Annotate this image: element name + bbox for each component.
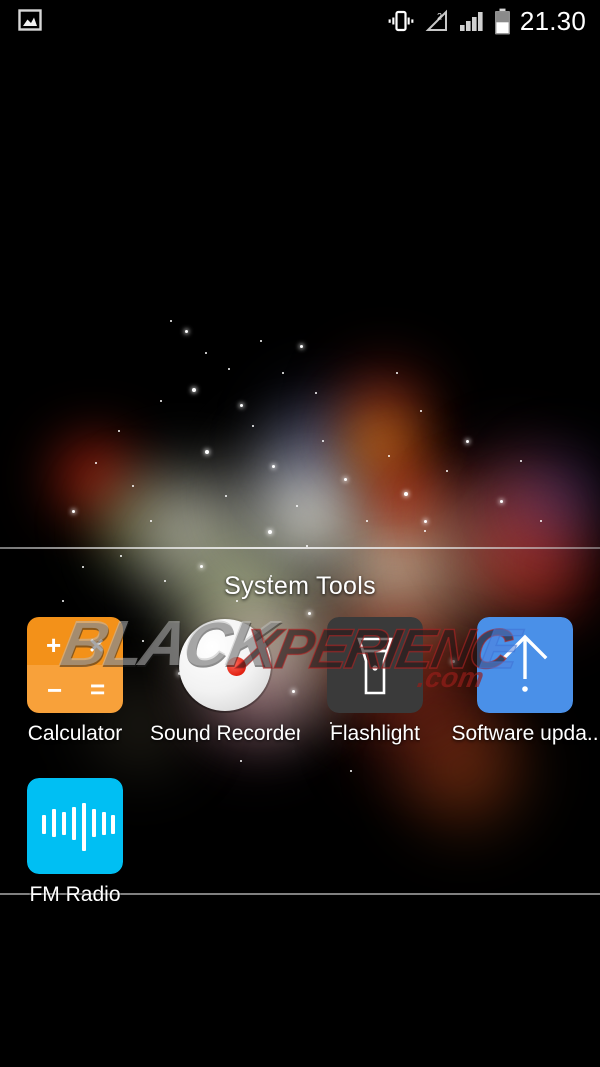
app-item-flashlight[interactable]: Flashlight: [300, 617, 450, 746]
calculator-symbol-plus: +: [46, 630, 62, 660]
app-label-software-update: Software upda..: [451, 722, 599, 745]
app-item-software-update[interactable]: Software upda..: [450, 617, 600, 746]
app-label-fm-radio: FM Radio: [29, 883, 121, 906]
signal-2g-icon: 2: [425, 9, 450, 33]
flashlight-icon[interactable]: [327, 617, 423, 713]
folder-app-grid: + × − = Calculator Sound Recorder Flashl…: [0, 617, 600, 907]
app-item-calculator[interactable]: + × − = Calculator: [0, 617, 150, 746]
app-item-sound-recorder[interactable]: Sound Recorder: [150, 617, 300, 746]
signal-bars-icon: [459, 9, 485, 33]
sound-recorder-icon[interactable]: [177, 617, 273, 713]
calculator-symbol-equals: =: [90, 674, 106, 704]
screenshot-gallery-icon: [18, 9, 42, 35]
calculator-symbol-minus: −: [47, 675, 63, 705]
status-bar-right-icons: 2 21.30: [386, 4, 586, 38]
software-update-icon[interactable]: [477, 617, 573, 713]
app-label-flashlight: Flashlight: [330, 722, 420, 745]
status-bar-clock: 21.30: [519, 6, 586, 36]
app-label-calculator: Calculator: [27, 722, 123, 745]
battery-icon: [494, 8, 511, 35]
app-item-fm-radio[interactable]: FM Radio: [0, 778, 150, 907]
status-bar-left-icons: [18, 9, 42, 36]
folder-title: System Tools: [224, 572, 376, 600]
status-bar[interactable]: 2 21.30: [0, 0, 600, 42]
fm-radio-icon[interactable]: [27, 778, 123, 874]
calculator-symbol-times: ×: [89, 630, 105, 660]
svg-text:2: 2: [437, 12, 442, 22]
calculator-icon[interactable]: + × − =: [27, 617, 123, 713]
app-label-sound-recorder: Sound Recorder: [150, 722, 300, 745]
vibrate-icon: [386, 9, 416, 33]
folder-top-divider: [0, 547, 600, 549]
